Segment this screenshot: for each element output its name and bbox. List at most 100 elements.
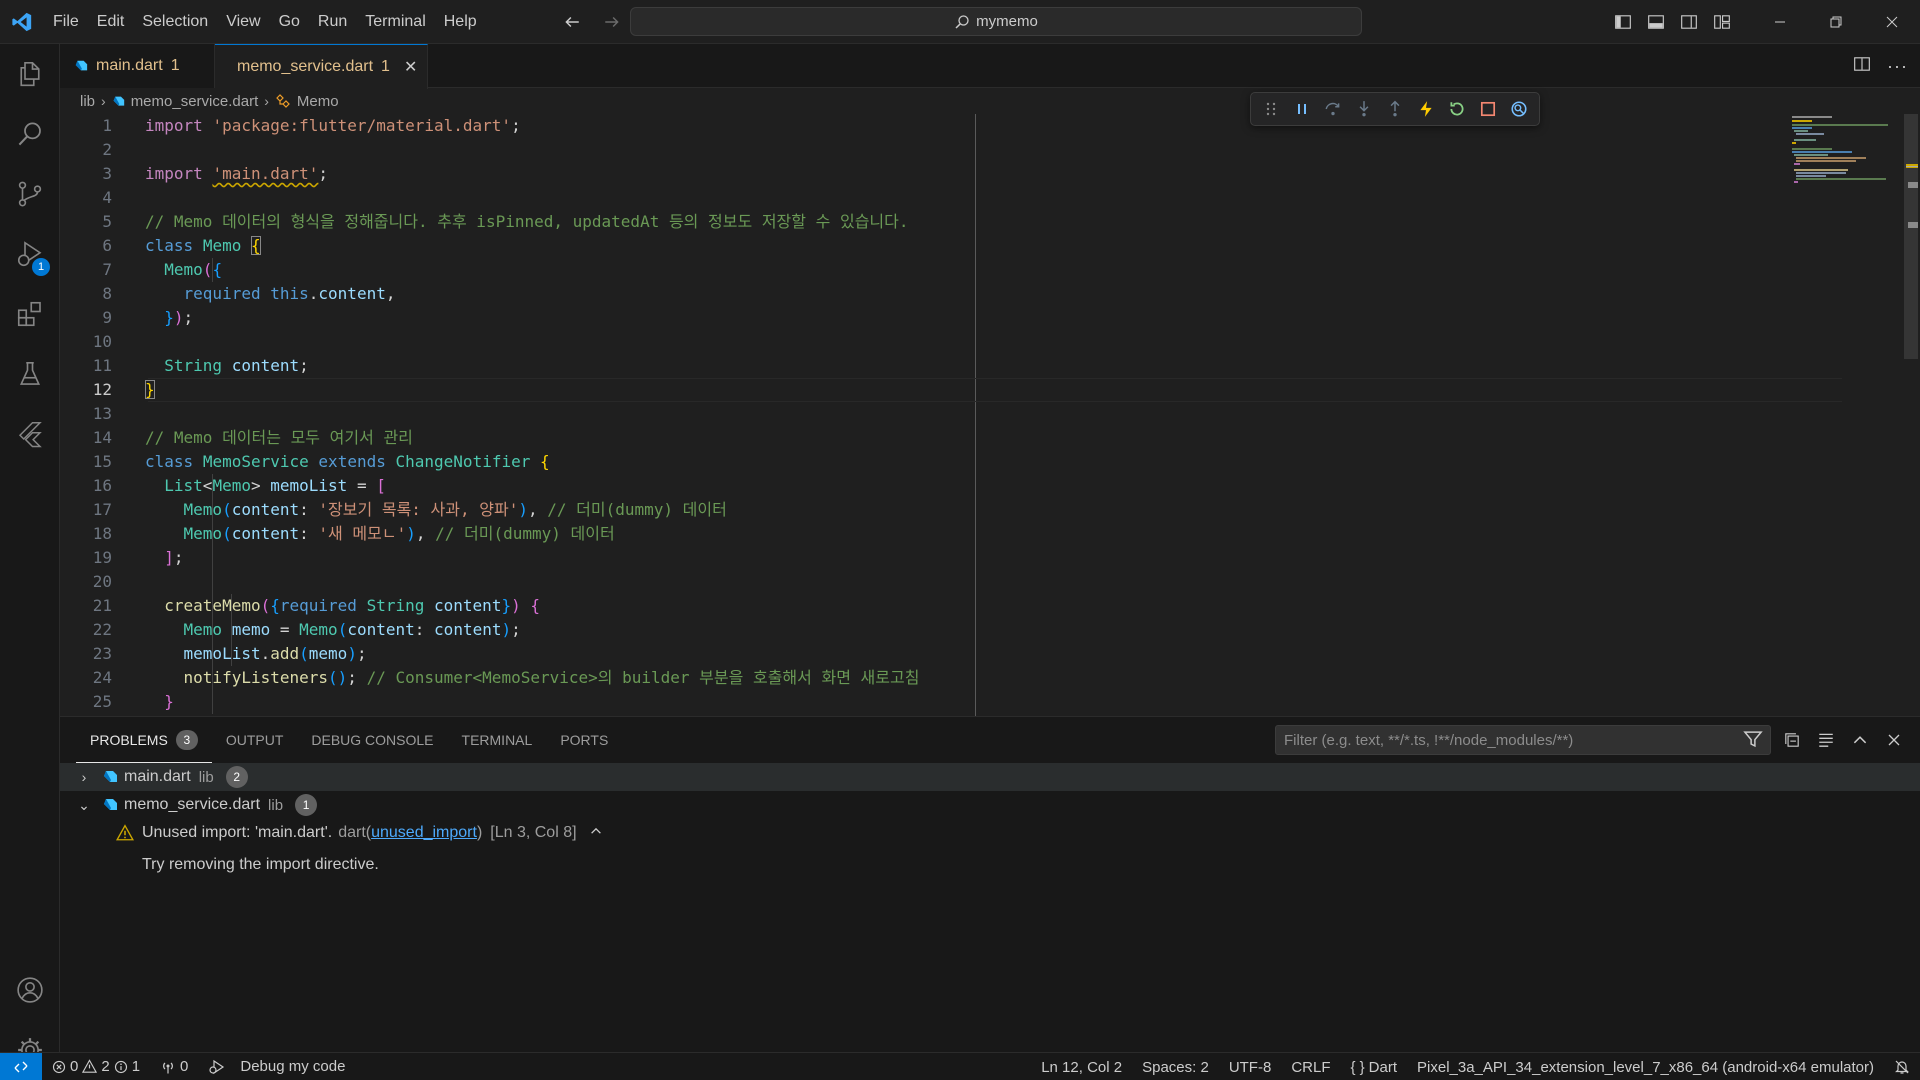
pause-icon[interactable] [1288,95,1315,123]
breadcrumb-file[interactable]: memo_service.dart [131,93,259,110]
warning-code-link[interactable]: unused_import [371,824,477,842]
explorer-icon[interactable] [0,44,60,104]
minimap[interactable] [1780,114,1904,716]
tab-problems[interactable]: PROBLEMS 3 [76,717,212,763]
collapse-all-icon[interactable] [1780,728,1804,752]
toggle-primary-sidebar-icon[interactable] [1606,0,1639,44]
extensions-icon[interactable] [0,284,60,344]
encoding[interactable]: UTF-8 [1219,1053,1282,1080]
tab-debug-console[interactable]: DEBUG CONSOLE [297,717,447,763]
menu-go[interactable]: Go [270,7,309,37]
close-tab-icon[interactable]: ✕ [404,57,417,77]
broadcast-icon [163,1062,173,1073]
navigation-arrows [558,8,626,36]
warning-message: Unused import: 'main.dart'. [142,824,333,841]
restart-icon[interactable] [1444,95,1471,123]
device-selector[interactable]: Pixel_3a_API_34_extension_level_7_x86_64… [1407,1053,1884,1080]
chevron-up-icon[interactable] [589,824,603,843]
back-arrow-icon[interactable] [558,8,586,36]
filter-icon[interactable] [1743,729,1763,753]
bottom-panel: PROBLEMS 3 OUTPUT DEBUG CONSOLE TERMINAL… [60,716,1920,1052]
split-editor-icon[interactable] [1853,55,1871,77]
tab-memo-service-dart[interactable]: memo_service.dart 1 ✕ [215,44,428,89]
accounts-icon[interactable] [0,960,60,1020]
close-panel-icon[interactable] [1882,728,1906,752]
editor-scrollbar[interactable] [1904,114,1918,716]
warning-location: [Ln 3, Col 8] [490,824,577,841]
problem-item-row[interactable]: Unused import: 'main.dart'. dart(unused_… [60,819,1920,847]
info-icon [114,1060,127,1073]
breadcrumb-symbol[interactable]: Memo [297,93,339,110]
view-as-table-icon[interactable] [1814,728,1838,752]
step-into-icon[interactable] [1350,95,1377,123]
problem-file-row[interactable]: › main.dart lib 2 [60,763,1920,791]
problem-file-name: memo_service.dart [124,796,261,813]
close-window-icon[interactable] [1864,0,1920,44]
drag-handle-icon[interactable] [1257,95,1284,123]
end-of-line[interactable]: CRLF [1281,1053,1340,1080]
problems-status[interactable]: 0 2 1 [42,1053,150,1080]
code-editor[interactable]: 1 import 'package:flutter/material.dart';… [60,114,1900,716]
tab-ports[interactable]: PORTS [546,717,622,763]
customize-layout-icon[interactable] [1705,0,1738,44]
hot-reload-icon[interactable] [1413,95,1440,123]
menu-selection[interactable]: Selection [133,7,217,37]
more-actions-icon[interactable]: ··· [1887,56,1908,77]
menu-run[interactable]: Run [309,7,356,37]
dart-file-icon [113,96,124,106]
menu-edit[interactable]: Edit [88,7,134,37]
chevron-down-icon[interactable]: ⌄ [74,797,94,814]
command-center-search[interactable]: mymemo [630,7,1362,36]
minimize-icon[interactable] [1752,0,1808,44]
notifications-icon[interactable] [1884,1053,1920,1080]
code-line: 22 Memo memo = Memo(content: content); [92,620,521,639]
breadcrumb-folder[interactable]: lib [80,93,95,110]
error-count: 0 [70,1058,79,1075]
code-line: 20 [92,572,112,591]
code-line: 23 memoList.add(memo); [92,644,367,663]
step-out-icon[interactable] [1381,95,1408,123]
run-and-debug-icon[interactable]: 1 [0,224,60,284]
forward-arrow-icon[interactable] [598,8,626,36]
tab-output[interactable]: OUTPUT [212,717,298,763]
maximize-panel-icon[interactable] [1848,728,1872,752]
flutter-icon[interactable] [0,404,60,464]
scrollbar-thumb[interactable] [1904,114,1918,359]
tab-label: memo_service.dart [237,58,374,75]
menu-terminal[interactable]: Terminal [356,7,434,37]
problem-file-dir: lib [268,796,284,814]
tab-terminal[interactable]: TERMINAL [448,717,547,763]
tab-main-dart[interactable]: main.dart 1 [60,44,215,88]
debug-toolbar [1250,92,1540,126]
testing-icon[interactable] [0,344,60,404]
toggle-panel-icon[interactable] [1639,0,1672,44]
indentation[interactable]: Spaces: 2 [1132,1053,1219,1080]
menu-view[interactable]: View [217,7,269,37]
forwarded-ports-status[interactable]: 0 [150,1053,198,1080]
problem-file-row[interactable]: ⌄ memo_service.dart lib 1 [60,791,1920,819]
search-icon [955,14,969,29]
code-line: 9 }); [102,308,194,327]
problems-filter-input[interactable] [1275,725,1771,755]
menu-help[interactable]: Help [435,7,486,37]
restore-icon[interactable] [1808,0,1864,44]
stop-icon[interactable] [1475,95,1502,123]
activity-bar: 1 [0,44,60,1062]
unused-import-squiggle[interactable]: 'main.dart' [212,164,318,183]
cursor-position[interactable]: Ln 12, Col 2 [1031,1053,1132,1080]
debug-status[interactable]: Debug my code [198,1053,355,1080]
problem-file-name: main.dart [124,768,191,785]
language-mode[interactable]: { } Dart [1340,1053,1407,1080]
chevron-right-icon[interactable]: › [74,769,94,785]
code-line: 14// Memo 데이터는 모두 여기서 관리 [92,428,413,447]
panel-actions [1780,725,1906,755]
chevron-right-icon: › [101,93,106,109]
toggle-secondary-sidebar-icon[interactable] [1672,0,1705,44]
step-over-icon[interactable] [1319,95,1346,123]
source-control-icon[interactable] [0,164,60,224]
search-icon[interactable] [0,104,60,164]
open-devtools-icon[interactable] [1506,95,1533,123]
remote-indicator-icon[interactable] [0,1052,42,1080]
class-symbol-icon [276,94,290,108]
menu-file[interactable]: File [44,7,88,37]
